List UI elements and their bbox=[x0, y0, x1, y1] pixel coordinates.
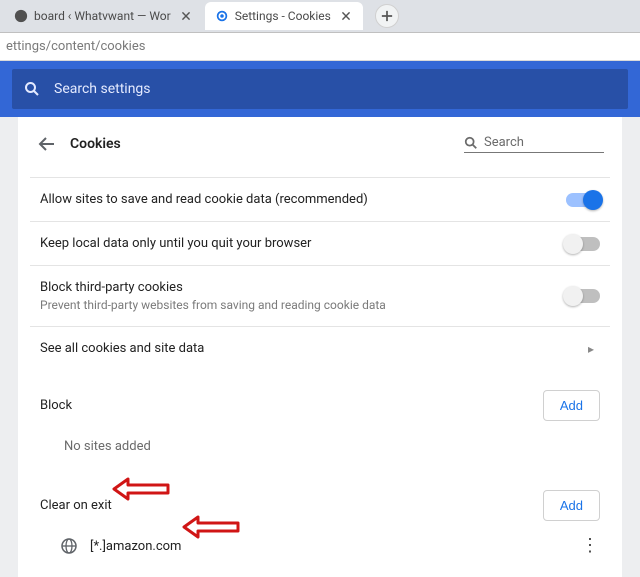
row-label: Allow sites to save and read cookie data… bbox=[40, 192, 566, 207]
card-header: Cookies Search bbox=[30, 117, 610, 177]
content-area: Cookies Search Allow sites to save and r… bbox=[0, 117, 640, 577]
tab-active-settings[interactable]: Settings - Cookies bbox=[205, 2, 363, 30]
address-bar[interactable]: ettings/content/cookies bbox=[0, 33, 640, 61]
toggle-allow-cookies[interactable] bbox=[566, 193, 600, 207]
row-block-third-party: Block third-party cookies Prevent third-… bbox=[30, 265, 610, 326]
cookies-card: Cookies Search Allow sites to save and r… bbox=[18, 117, 622, 577]
row-label: Keep local data only until you quit your… bbox=[40, 236, 566, 251]
tab-title: board ‹ Whatvwant — Wor bbox=[34, 9, 171, 23]
search-settings-field[interactable]: Search settings bbox=[12, 69, 628, 109]
close-icon[interactable] bbox=[339, 9, 353, 23]
more-options-icon[interactable]: ⋮ bbox=[580, 540, 600, 552]
tab-title: Settings - Cookies bbox=[235, 9, 331, 23]
new-tab-button[interactable] bbox=[375, 4, 399, 28]
row-sublabel: Prevent third-party websites from saving… bbox=[40, 298, 566, 312]
site-pattern: [*.]amazon.com bbox=[90, 539, 580, 554]
browser-tabstrip: board ‹ Whatvwant — Wor Settings - Cooki… bbox=[0, 0, 640, 33]
chevron-right-icon: ▸ bbox=[588, 342, 600, 356]
section-label: Clear on exit bbox=[40, 498, 543, 513]
settings-header: Search settings bbox=[0, 61, 640, 117]
page-search-field[interactable]: Search bbox=[464, 135, 604, 153]
page-search-placeholder: Search bbox=[484, 135, 524, 150]
tab-inactive[interactable]: board ‹ Whatvwant — Wor bbox=[4, 2, 203, 30]
search-icon bbox=[464, 136, 478, 150]
row-allow-cookies: Allow sites to save and read cookie data… bbox=[30, 177, 610, 221]
section-label: Block bbox=[40, 398, 543, 413]
search-icon bbox=[24, 81, 40, 97]
row-see-all-cookies[interactable]: See all cookies and site data ▸ bbox=[30, 326, 610, 370]
address-path: ettings/content/cookies bbox=[6, 39, 145, 54]
globe-icon bbox=[60, 537, 78, 555]
section-block: Block Add bbox=[30, 370, 610, 429]
add-block-button[interactable]: Add bbox=[543, 390, 600, 421]
row-label: Block third-party cookies bbox=[40, 280, 566, 295]
gear-icon bbox=[215, 9, 229, 23]
block-empty-text: No sites added bbox=[30, 429, 610, 470]
close-icon[interactable] bbox=[179, 9, 193, 23]
back-arrow-icon[interactable] bbox=[36, 133, 58, 155]
page-title: Cookies bbox=[70, 136, 464, 152]
row-keep-local: Keep local data only until you quit your… bbox=[30, 221, 610, 265]
site-entry-amazon: [*.]amazon.com ⋮ bbox=[30, 529, 610, 559]
row-label: See all cookies and site data bbox=[40, 341, 588, 356]
add-clear-button[interactable]: Add bbox=[543, 490, 600, 521]
wordpress-favicon bbox=[14, 9, 28, 23]
section-clear-on-exit: Clear on exit Add bbox=[30, 470, 610, 529]
toggle-block-third-party[interactable] bbox=[566, 289, 600, 303]
search-settings-placeholder: Search settings bbox=[54, 81, 151, 97]
toggle-keep-local[interactable] bbox=[566, 237, 600, 251]
